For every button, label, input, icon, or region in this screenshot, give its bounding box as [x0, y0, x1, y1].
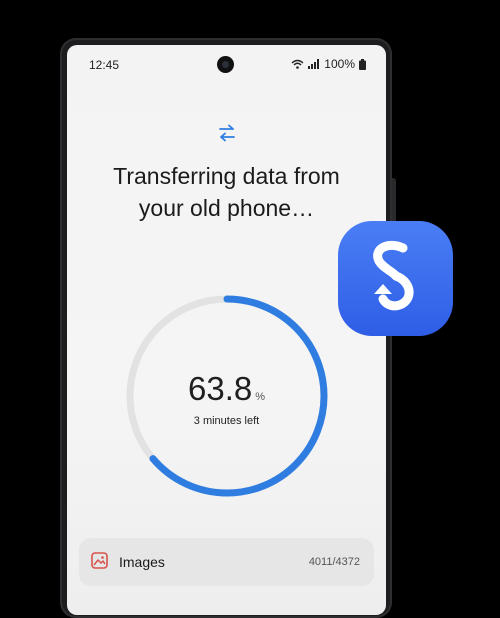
- status-icons: 100%: [291, 57, 366, 71]
- progress-percent: 63.8%: [67, 370, 386, 408]
- transfer-arrows-icon: [219, 124, 235, 142]
- progress-value: 63.8: [187, 370, 253, 407]
- list-item-images[interactable]: Images 4011/4372: [79, 538, 374, 586]
- battery-icon: [359, 58, 366, 70]
- image-icon: [91, 552, 108, 569]
- status-bar: 12:45 100%: [67, 45, 386, 85]
- signal-icon: [308, 59, 320, 69]
- battery-percent: 100%: [324, 57, 355, 71]
- transfer-title: Transferring data from your old phone…: [67, 160, 386, 224]
- time-remaining: 3 minutes left: [193, 415, 260, 427]
- front-camera: [217, 56, 234, 73]
- list-item-label: Images: [119, 554, 165, 570]
- title-line-1: Transferring data from: [113, 163, 340, 189]
- list-item-count: 4011/4372: [308, 556, 360, 568]
- wifi-icon: [291, 59, 304, 69]
- percent-unit: %: [255, 391, 265, 403]
- smart-switch-app-icon: [338, 221, 453, 336]
- status-time: 12:45: [89, 58, 120, 72]
